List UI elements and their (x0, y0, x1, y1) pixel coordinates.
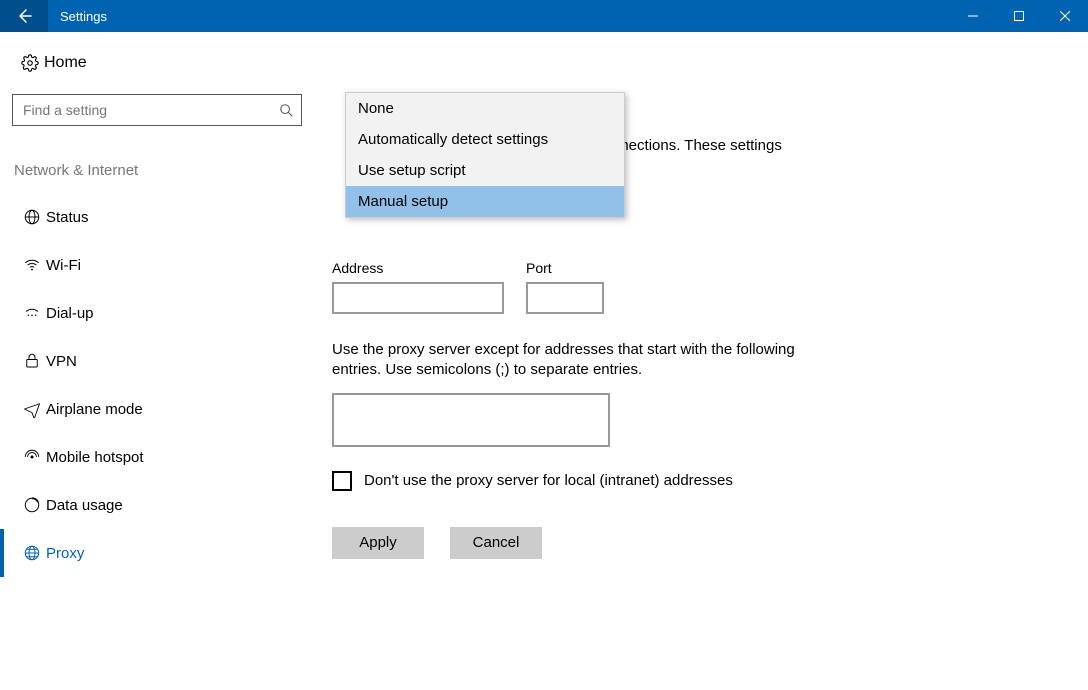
dropdown-option-manual[interactable]: Manual setup (346, 186, 624, 217)
cancel-button[interactable]: Cancel (450, 527, 542, 559)
data-usage-icon (18, 496, 46, 514)
airplane-icon (18, 400, 46, 418)
title-bar: Settings (0, 0, 1088, 32)
dropdown-option-none[interactable]: None (346, 93, 624, 124)
sidebar-item-proxy[interactable]: Proxy (0, 529, 330, 577)
proxy-icon (18, 544, 46, 562)
local-bypass-label: Don't use the proxy server for local (in… (364, 472, 733, 489)
status-icon (18, 208, 46, 226)
sidebar-item-vpn[interactable]: VPN (0, 337, 330, 385)
maximize-icon (1014, 11, 1024, 21)
partial-obscured-text: nnections. These settings (612, 137, 782, 154)
back-arrow-icon (16, 8, 32, 24)
search-icon (271, 103, 301, 117)
address-label: Address (332, 260, 504, 276)
category-header: Network & Internet (14, 162, 330, 179)
bypass-input[interactable] (332, 393, 610, 447)
close-button[interactable] (1042, 0, 1088, 32)
home-label: Home (44, 54, 87, 72)
sidebar-item-label: Proxy (46, 545, 84, 562)
sidebar-item-hotspot[interactable]: Mobile hotspot (0, 433, 330, 481)
search-box[interactable] (12, 94, 302, 126)
sidebar-item-dialup[interactable]: Dial-up (0, 289, 330, 337)
sidebar-item-datausage[interactable]: Data usage (0, 481, 330, 529)
sidebar: Home Network & Internet Status Wi-Fi Dia… (0, 32, 330, 690)
window-title: Settings (60, 9, 107, 24)
search-input[interactable] (13, 102, 271, 118)
hotspot-icon (18, 448, 46, 466)
sidebar-item-label: Mobile hotspot (46, 449, 144, 466)
maximize-button[interactable] (996, 0, 1042, 32)
sidebar-item-label: Status (46, 209, 89, 226)
apply-button[interactable]: Apply (332, 527, 424, 559)
sidebar-item-status[interactable]: Status (0, 193, 330, 241)
sidebar-item-airplane[interactable]: Airplane mode (0, 385, 330, 433)
sidebar-item-label: Wi-Fi (46, 257, 81, 274)
bypass-description: Use the proxy server except for addresse… (332, 340, 812, 381)
nav-list: Status Wi-Fi Dial-up VPN Airplane mode M… (0, 193, 330, 577)
sidebar-item-label: Airplane mode (46, 401, 143, 418)
minimize-icon (968, 11, 978, 21)
home-link[interactable]: Home (16, 54, 330, 72)
address-input[interactable] (332, 282, 504, 314)
port-label: Port (526, 260, 604, 276)
proxy-mode-dropdown[interactable]: None Automatically detect settings Use s… (345, 92, 625, 218)
local-bypass-checkbox[interactable] (332, 471, 352, 491)
dropdown-option-auto[interactable]: Automatically detect settings (346, 124, 624, 155)
wifi-icon (18, 256, 46, 274)
dropdown-option-script[interactable]: Use setup script (346, 155, 624, 186)
port-input[interactable] (526, 282, 604, 314)
dialup-icon (18, 304, 46, 322)
sidebar-item-label: Data usage (46, 497, 123, 514)
sidebar-item-label: Dial-up (46, 305, 94, 322)
close-icon (1060, 11, 1070, 21)
minimize-button[interactable] (950, 0, 996, 32)
back-button[interactable] (0, 0, 48, 32)
sidebar-item-wifi[interactable]: Wi-Fi (0, 241, 330, 289)
gear-icon (16, 54, 44, 72)
vpn-icon (18, 352, 46, 370)
sidebar-item-label: VPN (46, 353, 77, 370)
